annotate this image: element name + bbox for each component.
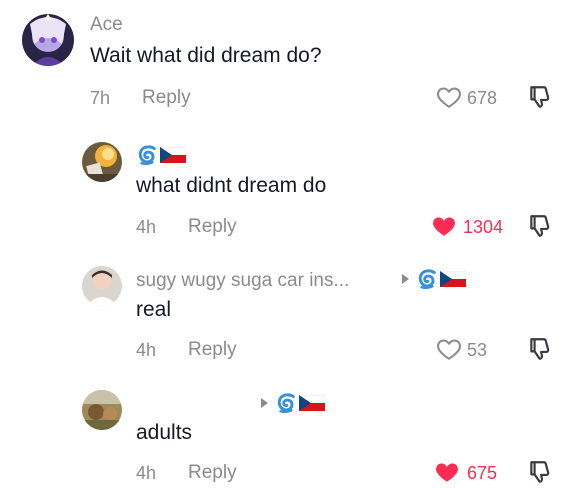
like-button[interactable]	[434, 459, 460, 485]
czech-flag-icon	[160, 147, 186, 163]
dislike-icon	[527, 459, 553, 485]
comment-text: what didnt dream do	[136, 174, 327, 197]
like-count: 53	[467, 340, 488, 360]
comment-text: adults	[136, 421, 193, 444]
dislike-button[interactable]	[527, 336, 553, 362]
username-badges	[275, 392, 325, 414]
dislike-icon	[527, 336, 553, 362]
comment-text: real	[136, 298, 172, 321]
reply-button[interactable]: Reply	[188, 339, 237, 361]
heart-outline-icon	[436, 336, 462, 362]
avatar[interactable]	[82, 390, 122, 430]
cyclone-emoji-icon	[416, 268, 438, 290]
dislike-button[interactable]	[527, 84, 553, 110]
like-count: 675	[467, 463, 498, 483]
like-button[interactable]	[436, 84, 462, 110]
comment-timestamp: 7h	[90, 88, 111, 108]
dislike-icon	[527, 84, 553, 110]
avatar-image	[82, 390, 122, 430]
reply-button[interactable]: Reply	[142, 87, 191, 109]
cyclone-emoji-icon	[136, 144, 158, 166]
reply-button[interactable]: Reply	[188, 216, 237, 238]
avatar-image	[22, 14, 74, 66]
heart-filled-icon	[434, 459, 460, 485]
dislike-icon	[527, 213, 553, 239]
cyclone-emoji-icon	[275, 392, 297, 414]
avatar[interactable]	[82, 142, 122, 182]
reply-arrow-icon	[261, 398, 268, 408]
like-count: 678	[467, 88, 498, 108]
comment-timestamp: 4h	[136, 340, 157, 360]
avatar[interactable]	[22, 14, 74, 66]
like-count: 1304	[463, 217, 504, 237]
username-badges	[416, 268, 466, 290]
avatar-image	[82, 266, 122, 306]
reply-button[interactable]: Reply	[188, 462, 237, 484]
comment-timestamp: 4h	[136, 463, 157, 483]
avatar-image	[82, 142, 122, 182]
reply-arrow-icon	[402, 274, 409, 284]
avatar[interactable]	[82, 266, 122, 306]
czech-flag-icon	[299, 395, 325, 411]
comment-username[interactable]: sugy wugy suga car ins...	[136, 270, 349, 292]
comment-username[interactable]: Ace	[90, 14, 123, 36]
heart-outline-icon	[436, 84, 462, 110]
heart-filled-icon	[431, 213, 457, 239]
like-button[interactable]	[431, 213, 457, 239]
comment-timestamp: 4h	[136, 217, 157, 237]
dislike-button[interactable]	[527, 213, 553, 239]
dislike-button[interactable]	[527, 459, 553, 485]
comment-text: Wait what did dream do?	[90, 44, 322, 67]
czech-flag-icon	[440, 271, 466, 287]
like-button[interactable]	[436, 336, 462, 362]
username-badges	[136, 144, 186, 166]
